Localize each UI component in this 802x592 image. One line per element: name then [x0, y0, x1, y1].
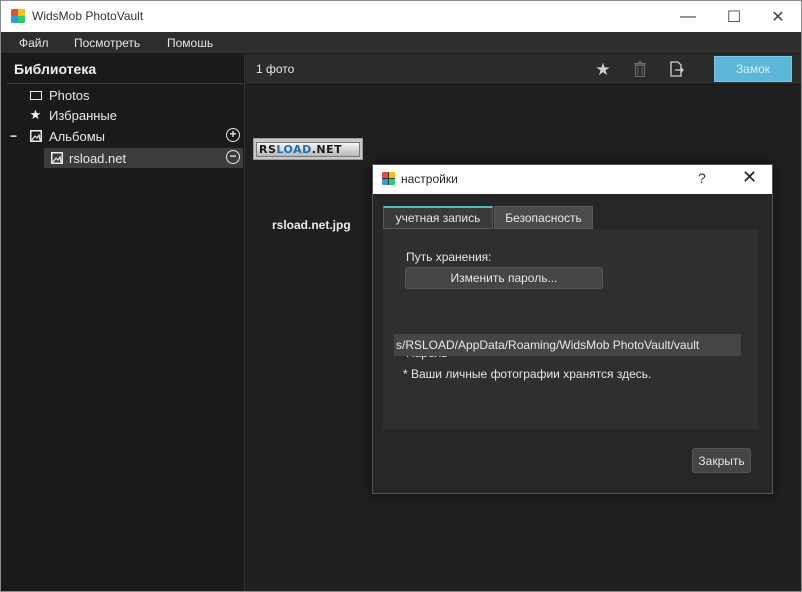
collapse-icon[interactable]: − [7, 130, 20, 142]
album-icon [29, 130, 42, 142]
minimize-button[interactable]: — [665, 1, 711, 32]
change-password-button[interactable]: Изменить пароль... [405, 267, 603, 289]
dialog-title: настройки [401, 172, 458, 186]
app-logo-icon [382, 172, 395, 185]
storage-note: * Ваши личные фотографии хранятся здесь. [403, 367, 652, 381]
sidebar-item-label: Альбомы [49, 129, 105, 144]
maximize-button[interactable]: ☐ [711, 1, 757, 32]
add-album-icon[interactable]: + [226, 128, 240, 142]
menu-view[interactable]: Посмотреть [74, 36, 140, 50]
storage-path-label: Путь хранения: [406, 250, 492, 264]
close-button[interactable]: Закрыть [692, 448, 751, 473]
toolbar: 1 фото ★ Замок [246, 54, 801, 85]
app-window: WidsMob PhotoVault — ☐ ✕ Файл Посмотреть… [0, 0, 802, 592]
settings-dialog: настройки ? ✕ учетная запись Безопасност… [372, 164, 773, 494]
sidebar-divider [7, 83, 243, 84]
menu-bar: Файл Посмотреть Помошь [1, 32, 801, 54]
dialog-title-bar: настройки ? ✕ [373, 165, 772, 194]
photo-count: 1 фото [256, 62, 295, 76]
sidebar: Библиотека Photos ★ Избранные − Альбомы … [1, 54, 245, 591]
export-icon[interactable] [668, 61, 686, 79]
close-icon: ✕ [771, 8, 785, 26]
help-button[interactable]: ? [698, 170, 706, 186]
title-bar: WidsMob PhotoVault — ☐ ✕ [1, 1, 801, 32]
tab-security[interactable]: Безопасность [494, 206, 593, 229]
sidebar-item-albums[interactable]: − Альбомы + [1, 126, 243, 146]
storage-path-field[interactable]: s/RSLOAD/AppData/Roaming/WidsMob PhotoVa… [394, 334, 741, 356]
window-title: WidsMob PhotoVault [32, 9, 144, 23]
menu-help[interactable]: Помошь [167, 36, 213, 50]
menu-file[interactable]: Файл [19, 36, 49, 50]
thumbnail-caption: rsload.net.jpg [272, 218, 351, 232]
star-icon[interactable]: ★ [594, 61, 612, 79]
sidebar-item-label: Избранные [49, 108, 117, 123]
thumbnail-image: RSLOAD.NET [256, 142, 360, 157]
remove-album-icon[interactable]: − [226, 150, 240, 164]
maximize-icon: ☐ [726, 8, 742, 26]
sidebar-item-rsload-album[interactable]: rsload.net − [44, 148, 243, 168]
close-window-button[interactable]: ✕ [755, 1, 801, 32]
star-icon: ★ [29, 107, 42, 122]
tab-account[interactable]: учетная запись [383, 206, 493, 229]
sidebar-item-photos[interactable]: Photos [1, 85, 243, 105]
lock-button[interactable]: Замок [714, 56, 792, 82]
account-panel: Путь хранения: Изменить пароль... Пароль [383, 229, 758, 429]
image-icon [50, 152, 63, 164]
sidebar-item-label: rsload.net [69, 151, 127, 166]
minimize-icon: — [680, 7, 696, 25]
photo-thumbnail[interactable]: RSLOAD.NET [253, 138, 363, 160]
dialog-body: учетная запись Безопасность Путь хранени… [373, 194, 772, 493]
sidebar-item-label: Photos [49, 88, 90, 103]
dialog-close-icon[interactable]: ✕ [742, 167, 757, 188]
sidebar-title: Библиотека [14, 61, 97, 77]
app-logo-icon [11, 9, 25, 23]
sidebar-item-favorites[interactable]: ★ Избранные [1, 105, 243, 125]
frame-icon [30, 91, 42, 100]
trash-icon[interactable] [631, 61, 649, 79]
